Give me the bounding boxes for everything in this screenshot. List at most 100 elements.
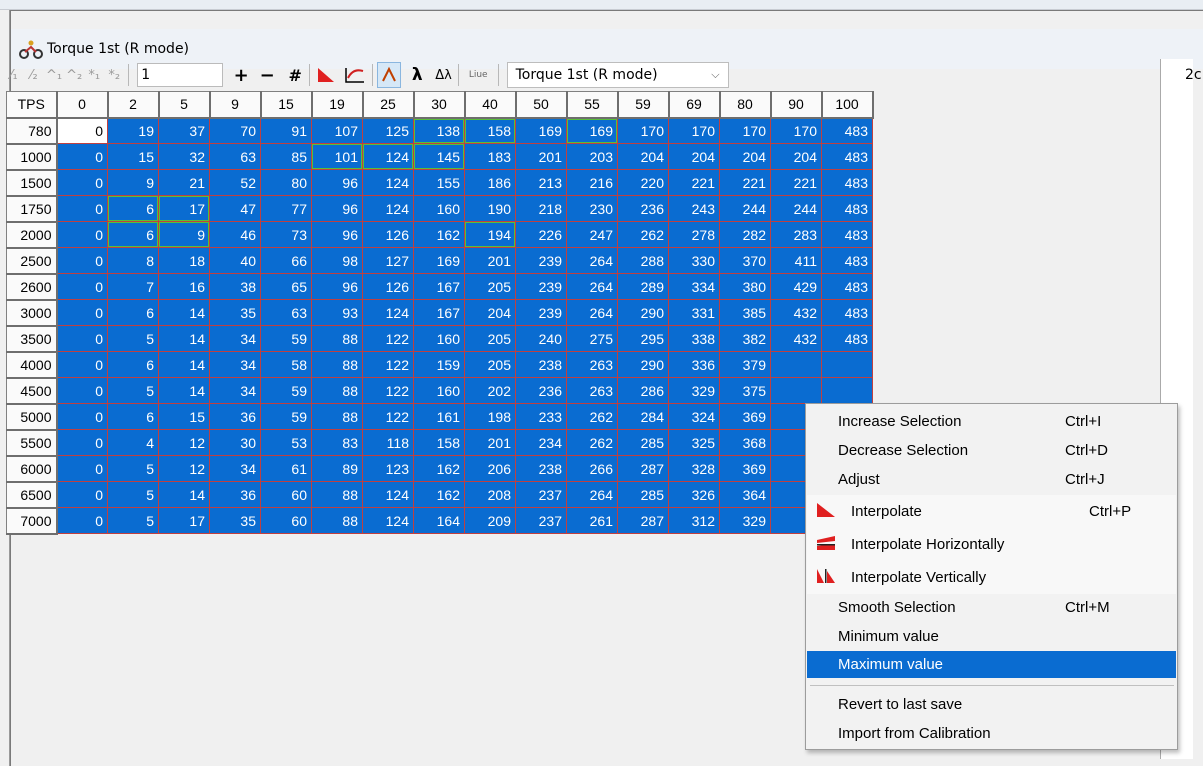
table-cell[interactable]: 483 <box>821 143 873 170</box>
table-cell[interactable]: 162 <box>413 481 465 508</box>
table-cell[interactable]: 38 <box>209 273 261 300</box>
row-header[interactable]: 1500 <box>6 169 58 197</box>
table-cell[interactable]: 290 <box>617 351 669 378</box>
table-cell[interactable]: 368 <box>719 429 771 456</box>
table-cell[interactable]: 0 <box>56 507 108 534</box>
table-cell[interactable]: 34 <box>209 325 261 352</box>
row-header[interactable]: 3500 <box>6 325 58 353</box>
table-cell[interactable]: 32 <box>158 143 210 170</box>
row-header[interactable]: 2500 <box>6 247 58 275</box>
table-cell[interactable]: 238 <box>515 351 567 378</box>
table-cell[interactable]: 216 <box>566 169 618 196</box>
row-header[interactable]: 5000 <box>6 403 58 431</box>
table-cell[interactable]: 158 <box>413 429 465 456</box>
increment-1-icon[interactable]: ⁄₁ <box>4 62 24 88</box>
table-cell[interactable]: 9 <box>158 221 210 248</box>
column-header[interactable]: 2 <box>107 91 160 119</box>
table-cell[interactable]: 17 <box>158 195 210 222</box>
table-cell[interactable]: 66 <box>260 247 312 274</box>
table-cell[interactable]: 6 <box>107 221 159 248</box>
raise-1-icon[interactable]: ^₁ <box>44 62 64 88</box>
table-cell[interactable]: 483 <box>821 325 873 352</box>
table-cell[interactable]: 88 <box>311 325 363 352</box>
table-cell[interactable]: 0 <box>56 143 108 170</box>
table-cell[interactable]: 264 <box>566 247 618 274</box>
table-cell[interactable]: 124 <box>362 481 414 508</box>
table-cell[interactable]: 98 <box>311 247 363 274</box>
table-cell[interactable]: 338 <box>668 325 720 352</box>
table-cell[interactable]: 124 <box>362 507 414 534</box>
table-cell[interactable]: 160 <box>413 195 465 222</box>
table-cell[interactable]: 15 <box>107 143 159 170</box>
table-cell[interactable]: 262 <box>617 221 669 248</box>
table-cell[interactable]: 247 <box>566 221 618 248</box>
table-cell[interactable]: 278 <box>668 221 720 248</box>
table-cell[interactable]: 190 <box>464 195 516 222</box>
table-cell[interactable]: 0 <box>56 377 108 404</box>
table-cell[interactable]: 379 <box>719 351 771 378</box>
table-cell[interactable]: 124 <box>362 195 414 222</box>
table-cell[interactable]: 14 <box>158 481 210 508</box>
table-cell[interactable]: 88 <box>311 403 363 430</box>
table-cell[interactable]: 264 <box>566 273 618 300</box>
row-header[interactable]: 1750 <box>6 195 58 223</box>
table-cell[interactable]: 264 <box>566 481 618 508</box>
table-cell[interactable]: 170 <box>719 117 771 144</box>
table-cell[interactable]: 6 <box>107 299 159 326</box>
table-cell[interactable]: 96 <box>311 273 363 300</box>
table-cell[interactable]: 5 <box>107 481 159 508</box>
table-cell[interactable]: 162 <box>413 221 465 248</box>
table-cell[interactable]: 312 <box>668 507 720 534</box>
menu-decrease-selection[interactable]: Decrease Selection Ctrl+D <box>807 436 1176 465</box>
table-cell[interactable]: 16 <box>158 273 210 300</box>
table-cell[interactable]: 263 <box>566 377 618 404</box>
table-cell[interactable]: 483 <box>821 299 873 326</box>
table-cell[interactable]: 60 <box>260 507 312 534</box>
table-cell[interactable]: 52 <box>209 169 261 196</box>
table-cell[interactable]: 370 <box>719 247 771 274</box>
table-cell[interactable]: 96 <box>311 169 363 196</box>
table-cell[interactable]: 483 <box>821 169 873 196</box>
table-cell[interactable]: 170 <box>770 117 822 144</box>
table-cell[interactable]: 240 <box>515 325 567 352</box>
table-cell[interactable]: 0 <box>56 195 108 222</box>
table-cell[interactable]: 35 <box>209 507 261 534</box>
table-cell[interactable]: 243 <box>668 195 720 222</box>
table-cell[interactable]: 93 <box>311 299 363 326</box>
row-header[interactable]: 2000 <box>6 221 58 249</box>
table-cell[interactable]: 138 <box>413 117 465 144</box>
table-cell[interactable]: 36 <box>209 403 261 430</box>
table-cell[interactable]: 0 <box>56 429 108 456</box>
table-cell[interactable]: 12 <box>158 429 210 456</box>
column-header[interactable]: 50 <box>515 91 568 119</box>
table-cell[interactable]: 125 <box>362 117 414 144</box>
table-cell[interactable]: 483 <box>821 195 873 222</box>
table-cell[interactable]: 186 <box>464 169 516 196</box>
table-cell[interactable]: 237 <box>515 507 567 534</box>
table-cell[interactable]: 0 <box>56 403 108 430</box>
table-cell[interactable]: 204 <box>770 143 822 170</box>
table-cell[interactable]: 5 <box>107 507 159 534</box>
table-cell[interactable]: 21 <box>158 169 210 196</box>
table-cell[interactable]: 12 <box>158 455 210 482</box>
table-cell[interactable]: 325 <box>668 429 720 456</box>
table-cell[interactable]: 198 <box>464 403 516 430</box>
table-cell[interactable]: 88 <box>311 507 363 534</box>
table-cell[interactable]: 288 <box>617 247 669 274</box>
table-cell[interactable]: 233 <box>515 403 567 430</box>
row-header[interactable]: 4000 <box>6 351 58 379</box>
row-header[interactable]: 5500 <box>6 429 58 457</box>
table-cell[interactable]: 6 <box>107 195 159 222</box>
table-cell[interactable]: 158 <box>464 117 516 144</box>
table-cell[interactable]: 126 <box>362 273 414 300</box>
table-cell[interactable]: 0 <box>56 169 108 196</box>
menu-smooth-selection[interactable]: Smooth Selection Ctrl+M <box>807 593 1176 622</box>
table-cell[interactable]: 326 <box>668 481 720 508</box>
table-cell[interactable]: 261 <box>566 507 618 534</box>
table-cell[interactable]: 61 <box>260 455 312 482</box>
table-cell[interactable]: 385 <box>719 299 771 326</box>
column-header[interactable]: 100 <box>821 91 874 119</box>
table-cell[interactable]: 201 <box>464 429 516 456</box>
table-cell[interactable]: 118 <box>362 429 414 456</box>
table-cell[interactable]: 34 <box>209 377 261 404</box>
